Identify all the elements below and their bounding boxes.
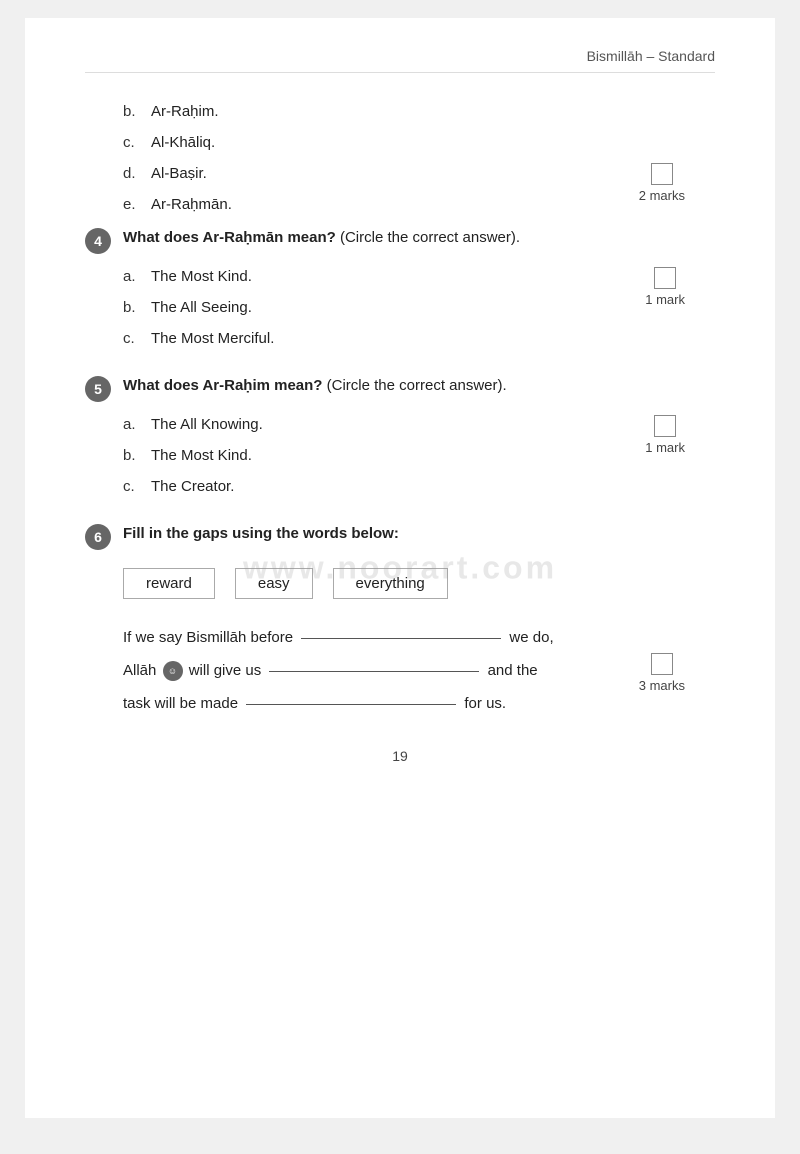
question-5-header: 5 What does Ar-Raḥim mean? (Circle the c… (85, 375, 715, 402)
option-text: Ar-Raḥmān. (151, 196, 232, 213)
marks-label: 1 mark (645, 292, 685, 307)
marks-box-q4: 1 mark (645, 267, 685, 307)
header-title: Bismillāh – Standard (587, 48, 715, 64)
question-5-main-text: What does Ar-Raḥim mean? (123, 377, 322, 394)
list-item: b. The All Seeing. (123, 299, 715, 316)
question-6-header: 6 Fill in the gaps using the words below… (85, 523, 715, 550)
option-letter: c. (123, 330, 151, 347)
checkbox-square (651, 653, 673, 675)
marks-box-q5: 1 mark (645, 415, 685, 455)
allah-symbol: ☺ (163, 661, 183, 681)
sentence-text: will give us (189, 662, 266, 679)
question-4-number: 4 (85, 228, 111, 254)
question-5-number: 5 (85, 376, 111, 402)
list-item: a. The All Knowing. (123, 416, 715, 433)
checkbox-square (654, 267, 676, 289)
option-text: The Most Kind. (151, 447, 252, 464)
option-letter: b. (123, 103, 151, 120)
marks-label: 3 marks (639, 678, 685, 693)
continuation-options-list: b. Ar-Raḥim. c. Al-Khāliq. d. Al-Baṣir. … (123, 103, 715, 213)
marks-box-q6: 3 marks (639, 653, 685, 693)
question-6-main-text: Fill in the gaps using the words below: (123, 525, 399, 542)
question-5-block: 5 What does Ar-Raḥim mean? (Circle the c… (85, 375, 715, 495)
question-4-instruction: (Circle the correct answer). (340, 229, 520, 246)
word-bank-item: easy (235, 568, 313, 599)
question-6-text: Fill in the gaps using the words below: (123, 523, 399, 546)
page-number: 19 (85, 748, 715, 764)
question-4-header: 4 What does Ar-Raḥmān mean? (Circle the … (85, 227, 715, 254)
option-letter: b. (123, 447, 151, 464)
option-text: The Most Merciful. (151, 330, 274, 347)
question-4-main-text: What does Ar-Raḥmān mean? (123, 229, 336, 246)
question-5-text: What does Ar-Raḥim mean? (Circle the cor… (123, 375, 507, 398)
word-bank: reward easy everything (123, 568, 715, 599)
marks-label: 2 marks (639, 188, 685, 203)
option-letter: e. (123, 196, 151, 213)
list-item: c. The Creator. (123, 478, 715, 495)
question-4-options: a. The Most Kind. b. The All Seeing. c. … (123, 268, 715, 347)
sentence-text: task will be made (123, 695, 242, 712)
option-text: Al-Khāliq. (151, 134, 215, 151)
sentence-text: for us. (464, 695, 506, 712)
list-item: c. The Most Merciful. (123, 330, 715, 347)
option-letter: a. (123, 268, 151, 285)
sentence-text: If we say Bismillāh before (123, 629, 297, 646)
continuation-block: b. Ar-Raḥim. c. Al-Khāliq. d. Al-Baṣir. … (85, 103, 715, 213)
list-item: b. Ar-Raḥim. (123, 103, 715, 120)
option-text: The All Seeing. (151, 299, 252, 316)
option-letter: c. (123, 478, 151, 495)
sentence-text: and the (488, 662, 538, 679)
word-bank-item: everything (333, 568, 448, 599)
sentence-text: we do, (509, 629, 553, 646)
option-letter: a. (123, 416, 151, 433)
option-text: Ar-Raḥim. (151, 103, 219, 120)
sentence-text: Allāh (123, 662, 161, 679)
fill-sentence-3: task will be made for us. (123, 687, 715, 720)
option-text: The Most Kind. (151, 268, 252, 285)
list-item: a. The Most Kind. (123, 268, 715, 285)
option-letter: c. (123, 134, 151, 151)
question-5-instruction: (Circle the correct answer). (327, 377, 507, 394)
marks-box-q3: 2 marks (639, 163, 685, 203)
option-letter: b. (123, 299, 151, 316)
question-4-text: What does Ar-Raḥmān mean? (Circle the co… (123, 227, 520, 250)
fill-sentence-1: If we say Bismillāh before we do, (123, 621, 715, 654)
checkbox-square (651, 163, 673, 185)
option-letter: d. (123, 165, 151, 182)
checkbox-square (654, 415, 676, 437)
option-text: The All Knowing. (151, 416, 263, 433)
list-item: d. Al-Baṣir. (123, 165, 715, 182)
page-header: Bismillāh – Standard (85, 48, 715, 73)
dash-line (301, 638, 501, 639)
question-6-block: 6 Fill in the gaps using the words below… (85, 523, 715, 720)
word-bank-item: reward (123, 568, 215, 599)
list-item: c. Al-Khāliq. (123, 134, 715, 151)
question-4-block: 4 What does Ar-Raḥmān mean? (Circle the … (85, 227, 715, 347)
dash-line (269, 671, 479, 672)
option-text: The Creator. (151, 478, 234, 495)
fill-sentence-2: Allāh ☺ will give us and the (123, 654, 715, 687)
list-item: e. Ar-Raḥmān. (123, 196, 715, 213)
list-item: b. The Most Kind. (123, 447, 715, 464)
dash-line (246, 704, 456, 705)
question-6-number: 6 (85, 524, 111, 550)
fill-sentences: If we say Bismillāh before we do, Allāh … (123, 621, 715, 720)
question-5-options: a. The All Knowing. b. The Most Kind. c.… (123, 416, 715, 495)
option-text: Al-Baṣir. (151, 165, 207, 182)
marks-label: 1 mark (645, 440, 685, 455)
